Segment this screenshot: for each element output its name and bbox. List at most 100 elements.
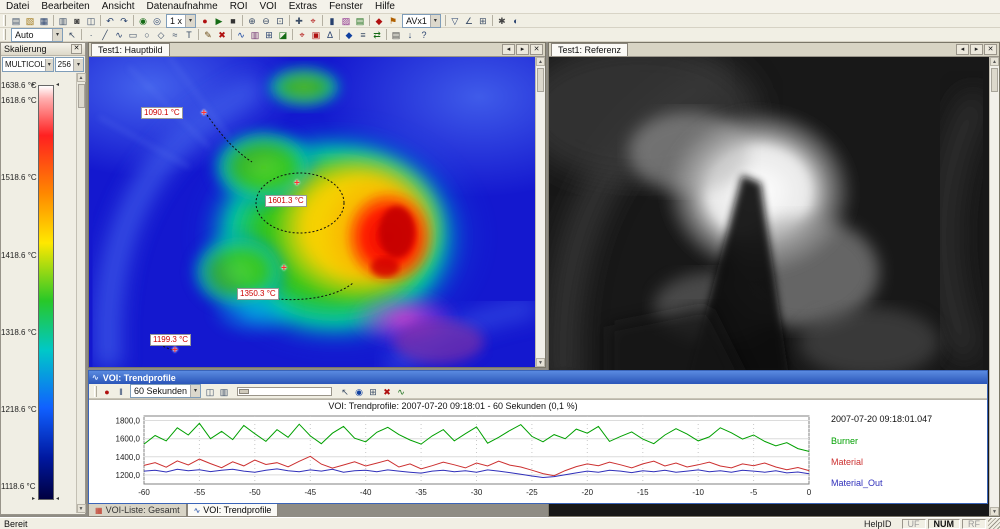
zoom-combo[interactable]: 1 x ▾ [166,14,196,28]
chevron-down-icon[interactable]: ▾ [185,15,195,27]
temperature-label[interactable]: 1601.3 °C [265,195,307,207]
flag-icon[interactable]: ⚑ [386,14,400,27]
separator[interactable] [198,29,199,40]
close-icon[interactable]: ✕ [71,44,82,54]
menu-fenster[interactable]: Fenster [323,0,369,14]
close-icon[interactable]: ✕ [530,44,543,55]
menu-extras[interactable]: Extras [283,0,323,14]
scrollbar-thumb[interactable] [537,68,544,92]
separator[interactable] [81,29,82,40]
scale-limit-marker[interactable]: ▸ [32,82,35,88]
save-icon[interactable]: ▦ [37,14,51,27]
separator[interactable] [242,15,243,26]
separator[interactable] [292,29,293,40]
separator[interactable] [339,29,340,40]
separator[interactable] [369,15,370,26]
area-temp-icon[interactable]: ▣ [309,28,323,41]
scroll-down-icon[interactable]: ▼ [536,358,545,367]
roi-point-icon[interactable]: ∙ [84,28,98,41]
spot-temp-icon[interactable]: ⌖ [295,28,309,41]
link-icon[interactable]: ⇄ [370,28,384,41]
measure-point-marker[interactable]: + [201,109,207,119]
open-icon[interactable]: ▧ [23,14,37,27]
thermal-image[interactable]: 1090.1 °C+1601.3 °C+1350.3 °C+1199.3 °C+ [89,57,535,367]
ref-marker-icon[interactable]: ◆ [342,28,356,41]
menu-hilfe[interactable]: Hilfe [369,0,401,14]
scroll-up-icon[interactable]: ▲ [990,57,999,66]
vertical-scrollbar[interactable]: ▲ ▼ [535,57,545,367]
undo-icon[interactable]: ↶ [103,14,117,27]
stop-icon[interactable]: ■ [226,14,240,27]
ruler-icon[interactable]: ∠ [462,14,476,27]
print-icon[interactable]: ▥ [56,14,70,27]
scrollbar-thumb[interactable] [78,84,85,108]
close-icon[interactable]: ✕ [984,44,997,55]
roi-polyline-icon[interactable]: ∿ [112,28,126,41]
delta-temp-icon[interactable]: Δ [323,28,337,41]
copy-chart-icon[interactable]: ◫ [203,385,217,398]
toolbar-grip[interactable] [3,15,6,26]
prev-icon[interactable]: ◂ [956,44,969,55]
tab-voi-liste[interactable]: ▦ VOI-Liste: Gesamt [88,504,187,517]
timeline-slider[interactable] [237,387,332,396]
panel-scrollbar[interactable]: ▲ ▼ [76,73,85,513]
measure-point-marker[interactable]: + [294,179,300,189]
chevron-down-icon[interactable]: ▾ [190,385,200,397]
prev-icon[interactable]: ◂ [502,44,515,55]
color-scale-bar[interactable] [38,85,54,500]
scroll-up-icon[interactable]: ▲ [536,57,545,66]
record-icon[interactable]: ● [198,14,212,27]
measure-point-marker[interactable]: + [281,264,287,274]
main-window-tab[interactable]: Test1: Hauptbild [91,43,170,56]
roi-text-icon[interactable]: T [182,28,196,41]
menu-bearbeiten[interactable]: Bearbeiten [35,0,95,14]
scroll-down-icon[interactable]: ▼ [77,504,86,513]
zoom-fit-icon[interactable]: ⊡ [273,14,287,27]
filter-icon[interactable]: ▽ [448,14,462,27]
roi-delete-icon[interactable]: ✖ [215,28,229,41]
info-icon[interactable]: ◐ [509,14,523,27]
separator[interactable] [100,15,101,26]
scale-limit-marker[interactable]: ◂ [56,82,59,88]
resize-grip[interactable] [988,518,1000,529]
roi-rect-icon[interactable]: ▭ [126,28,140,41]
chevron-down-icon[interactable]: ▾ [73,59,83,71]
pan-icon[interactable]: ✚ [292,14,306,27]
cursor-mode-icon[interactable]: ↖ [338,385,352,398]
report-icon[interactable]: ▤ [389,28,403,41]
separator[interactable] [231,29,232,40]
separator[interactable] [322,15,323,26]
measure-point-marker[interactable]: + [172,346,178,356]
roi-ellipse-icon[interactable]: ○ [140,28,154,41]
next-icon[interactable]: ▸ [970,44,983,55]
data-table-icon[interactable]: ⊞ [366,385,380,398]
histogram-icon[interactable]: ▮ [325,14,339,27]
scroll-up-icon[interactable]: ▲ [77,73,86,82]
record-trend-icon[interactable]: ● [100,385,114,398]
roi-freehand-icon[interactable]: ≈ [168,28,182,41]
chevron-down-icon[interactable]: ▾ [430,15,440,27]
temperature-label[interactable]: 1350.3 °C [237,288,279,300]
interval-combo[interactable]: 60 Sekunden ▾ [130,384,201,398]
profile-tool-icon[interactable]: ∿ [234,28,248,41]
copy-icon[interactable]: ◫ [84,14,98,27]
play-icon[interactable]: ▶ [212,14,226,27]
measure-point-icon[interactable]: ⌖ [306,14,320,27]
zoom-in-icon[interactable]: ⊕ [245,14,259,27]
palette-icon[interactable]: ▨ [339,14,353,27]
view-options-icon[interactable]: ◉ [352,385,366,398]
toolbar-grip[interactable] [3,29,6,40]
new-icon[interactable]: ▤ [9,14,23,27]
slider-thumb[interactable] [239,389,249,394]
print-chart-icon[interactable]: ▥ [217,385,231,398]
chevron-down-icon[interactable]: ▾ [45,59,53,71]
histogram-tool-icon[interactable]: ▥ [248,28,262,41]
auto-scale-combo[interactable]: Auto ▾ [11,28,63,42]
tab-voi-trendprofile[interactable]: ∿ VOI: Trendprofile [187,504,279,517]
table-tool-icon[interactable]: ⊞ [262,28,276,41]
snapshot-icon[interactable]: ◙ [70,14,84,27]
isotherm-icon[interactable]: ▤ [353,14,367,27]
align-icon[interactable]: ≡ [356,28,370,41]
3d-tool-icon[interactable]: ◪ [276,28,290,41]
next-icon[interactable]: ▸ [516,44,529,55]
